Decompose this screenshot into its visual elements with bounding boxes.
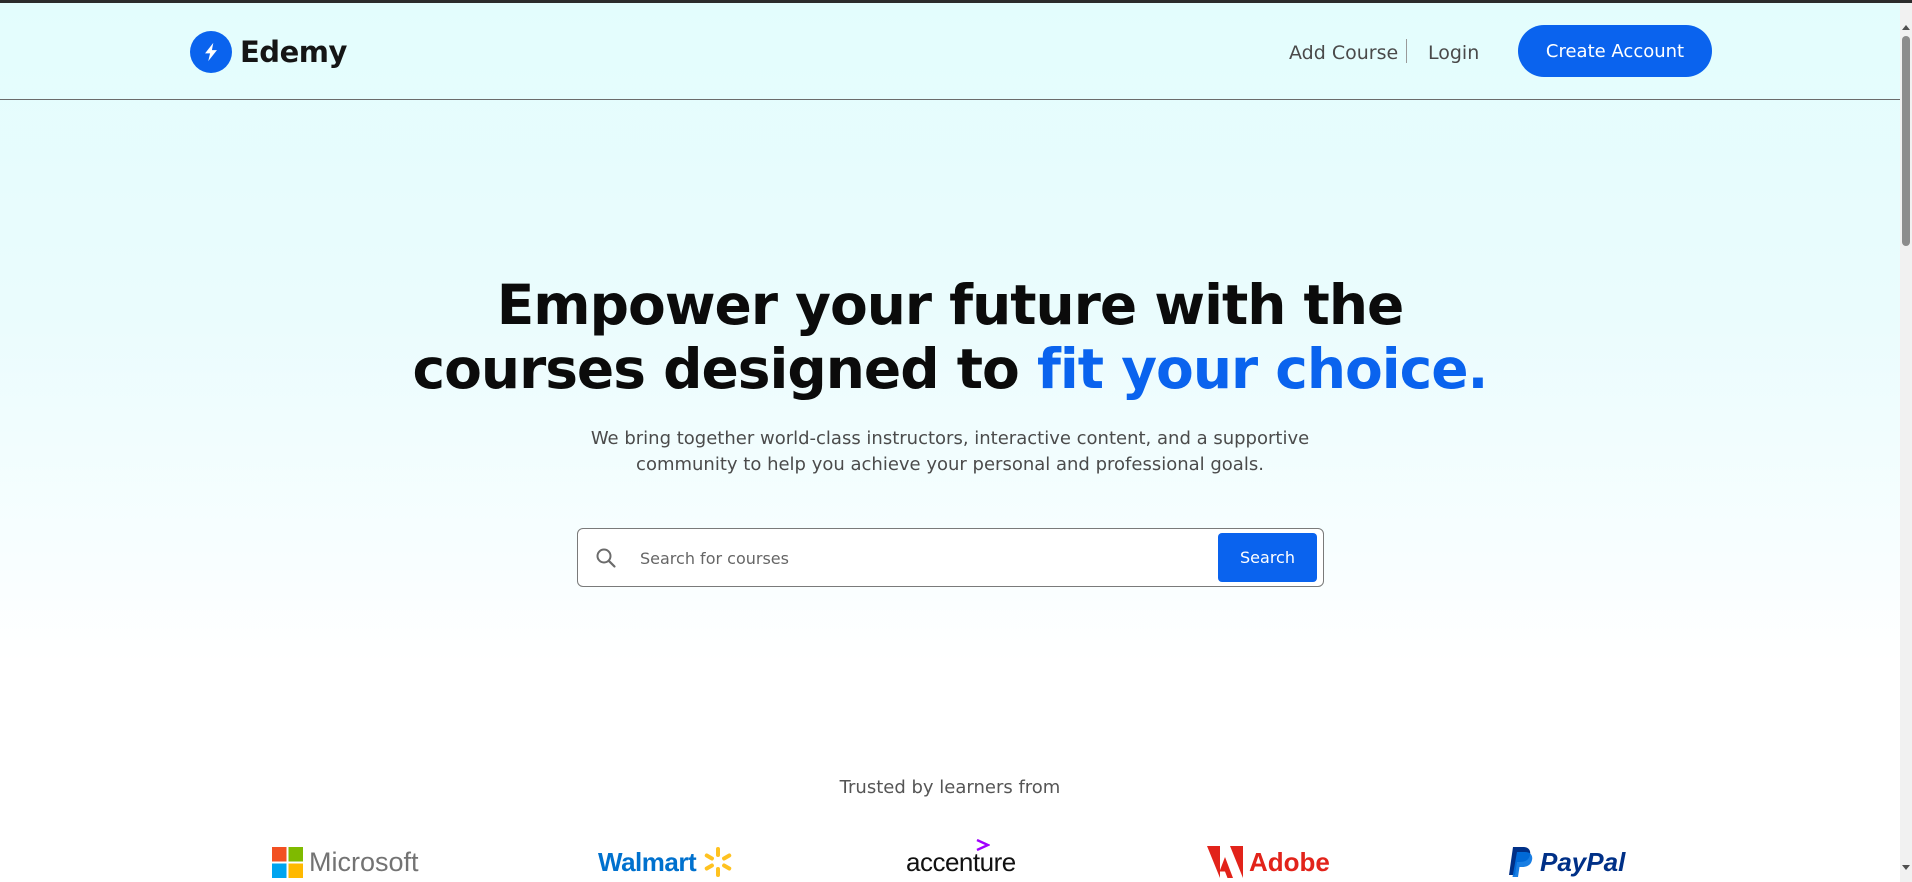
hero-title-line2: courses designed to — [412, 337, 1037, 401]
accenture-logo: accenture — [906, 838, 1016, 879]
create-account-button[interactable]: Create Account — [1518, 25, 1712, 77]
page: Edemy Add Course Login Create Account Em… — [0, 3, 1900, 882]
accenture-chevron-icon — [976, 838, 990, 851]
microsoft-logo: Microsoft — [272, 845, 419, 879]
paypal-p-icon — [1509, 847, 1533, 877]
microsoft-name: Microsoft — [309, 846, 419, 877]
hero-subtitle: We bring together world-class instructor… — [560, 426, 1340, 478]
accenture-name: accenture — [906, 846, 1016, 877]
brand-name: Edemy — [240, 35, 347, 69]
adobe-name: Adobe — [1249, 846, 1330, 877]
search-button[interactable]: Search — [1218, 533, 1317, 582]
nav-divider — [1406, 39, 1407, 63]
lightning-bolt-icon — [190, 31, 232, 73]
header-nav: Add Course Login Create Account — [1120, 25, 1900, 77]
adobe-logo: Adobe — [1207, 845, 1330, 879]
login-link[interactable]: Login — [1428, 42, 1479, 64]
paypal-name: PayPal — [1540, 846, 1626, 877]
hero-title-accent: fit your choice. — [1036, 337, 1488, 401]
scrollbar-thumb[interactable] — [1902, 36, 1910, 246]
paypal-logo: PayPal — [1508, 845, 1625, 879]
accenture-wordmark: accenture — [906, 838, 1016, 878]
search-input[interactable] — [640, 543, 1180, 573]
adobe-a-icon — [1207, 846, 1243, 878]
site-header: Edemy Add Course Login Create Account — [0, 3, 1900, 100]
scroll-up-arrow-icon[interactable] — [1902, 25, 1910, 30]
hero-subtitle-line1: We bring together world-class instructor… — [590, 428, 1310, 449]
hero-title-line1: Empower your future with the — [496, 273, 1405, 337]
walmart-spark-icon — [704, 847, 732, 877]
walmart-name: Walmart — [598, 846, 697, 877]
search-icon — [594, 546, 618, 570]
hero-subtitle-line2: community to help you achieve your perso… — [636, 454, 1264, 475]
add-course-link[interactable]: Add Course — [1289, 42, 1398, 64]
brand-logo[interactable]: Edemy — [190, 30, 347, 74]
course-search-form: Search — [577, 528, 1324, 587]
trusted-heading: Trusted by learners from — [839, 777, 1061, 798]
hero-title: Empower your future with the courses des… — [0, 273, 1900, 401]
walmart-logo: Walmart — [598, 845, 734, 879]
microsoft-squares-icon — [272, 846, 303, 878]
scroll-down-arrow-icon[interactable] — [1902, 865, 1910, 870]
vertical-scrollbar[interactable] — [1900, 3, 1912, 882]
